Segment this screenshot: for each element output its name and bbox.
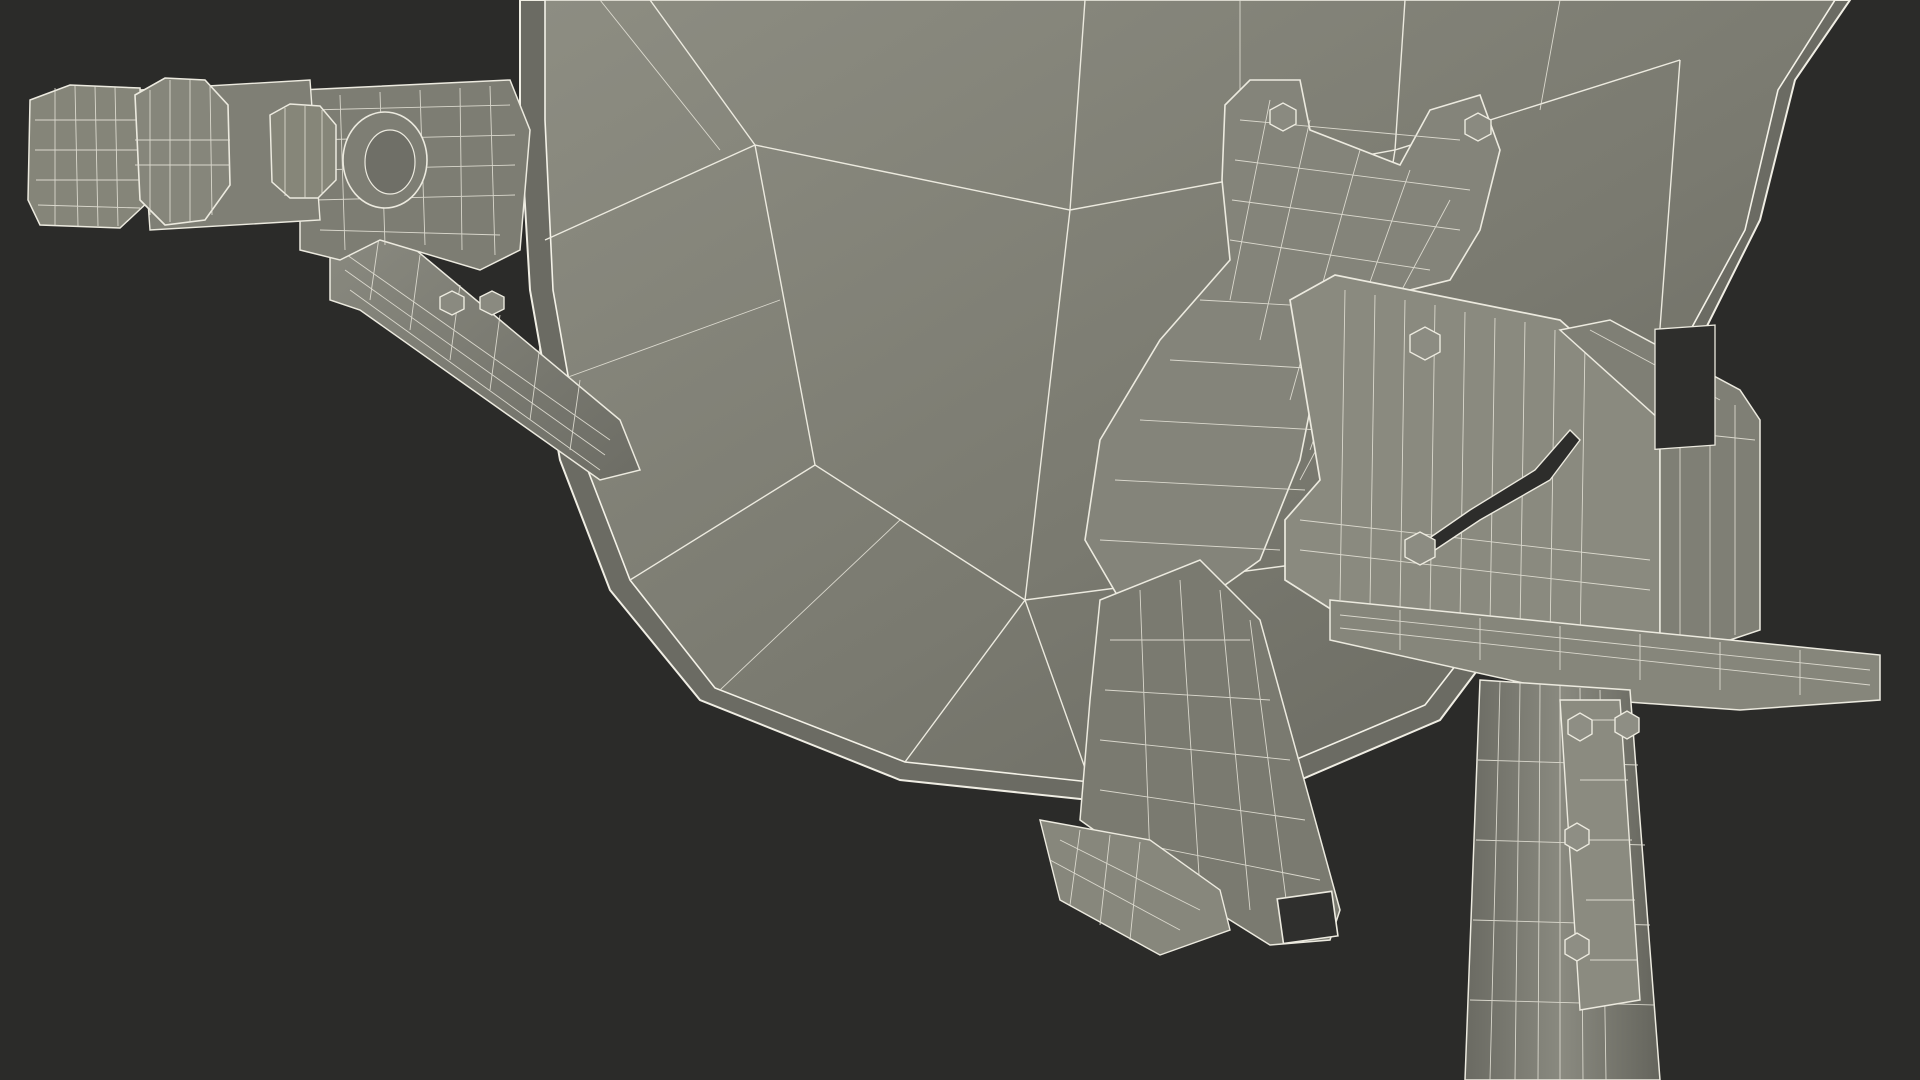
lnb-nut-small xyxy=(269,103,337,199)
side-box-window xyxy=(1654,324,1716,450)
render-viewport xyxy=(0,0,1920,1080)
mast-pole xyxy=(1464,679,1661,1080)
wireframe-render xyxy=(0,0,1920,1080)
lnb-nut-large xyxy=(134,77,231,226)
square-tube-end xyxy=(1276,890,1339,945)
